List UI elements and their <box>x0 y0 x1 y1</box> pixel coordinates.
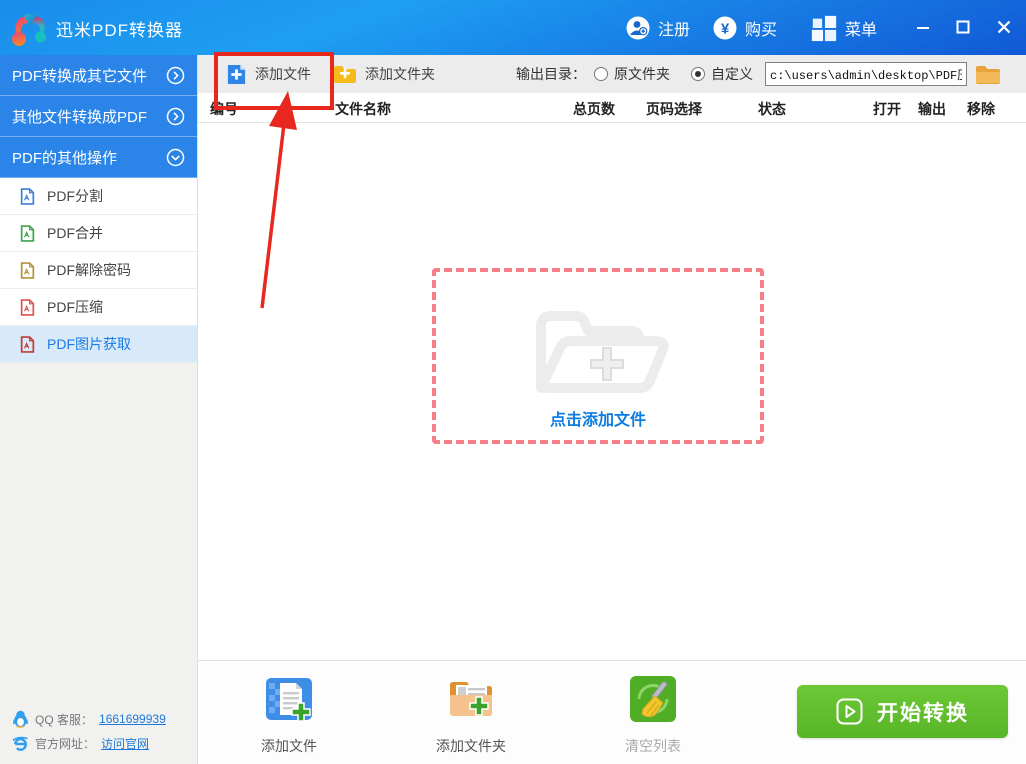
radio-custom-label: 自定义 <box>711 64 753 84</box>
grid-menu-icon <box>810 14 838 42</box>
pdf-file-icon <box>20 188 35 205</box>
open-folder-plus-icon <box>519 286 677 404</box>
register-user-icon <box>625 15 651 41</box>
start-convert-button[interactable]: 开始转换 <box>797 685 1008 738</box>
radio-circle-checked[interactable] <box>691 67 705 81</box>
radio-custom-folder[interactable]: 自定义 <box>691 55 753 93</box>
sidebar-section-other-to-pdf[interactable]: 其他文件转换成PDF <box>0 96 197 137</box>
footer-bar: 添加文件 添加文件夹 <box>198 660 1026 764</box>
add-folder-big-icon <box>447 675 495 723</box>
browser-e-icon <box>12 735 29 752</box>
add-folder-big-label: 添加文件夹 <box>423 736 519 756</box>
add-file-big-button[interactable]: 添加文件 <box>241 675 337 756</box>
menu-button[interactable]: 菜单 <box>810 14 877 42</box>
play-icon <box>836 698 863 725</box>
column-header-remove: 移除 <box>967 99 995 119</box>
click-to-add-files-dropzone[interactable]: 点击添加文件 <box>432 268 764 444</box>
sidebar-section-pdf-to-other[interactable]: PDF转换成其它文件 <box>0 55 197 96</box>
sidebar-item-label: PDF压缩 <box>47 297 103 317</box>
add-file-label: 添加文件 <box>255 64 311 84</box>
column-header-pages: 总页数 <box>573 99 615 119</box>
app-logo-icon <box>8 6 52 50</box>
sidebar-item-pdf-extract-images[interactable]: PDF图片获取 <box>0 326 197 363</box>
chevron-right-circle-icon <box>166 107 185 126</box>
main-area: 添加文件 添加文件夹 输出目录： 原文件夹 自定义 <box>198 55 1026 764</box>
add-folder-button[interactable]: 添加文件夹 <box>333 55 435 93</box>
add-file-button[interactable]: 添加文件 <box>226 55 311 93</box>
column-header-filename: 文件名称 <box>335 99 391 119</box>
sidebar-item-label: PDF合并 <box>47 223 103 243</box>
sidebar-item-label: PDF分割 <box>47 186 103 206</box>
close-button[interactable] <box>989 13 1019 41</box>
sidebar-item-label: PDF图片获取 <box>47 334 131 354</box>
sidebar: PDF转换成其它文件 其他文件转换成PDF PDF的其他操作 PDF分割 <box>0 55 198 764</box>
app-title: 迅米PDF转换器 <box>56 16 183 41</box>
column-header-number: 编号 <box>210 99 238 119</box>
add-folder-icon <box>333 64 357 84</box>
toolbar: 添加文件 添加文件夹 输出目录： 原文件夹 自定义 <box>198 55 1026 93</box>
output-path-input[interactable] <box>765 62 967 86</box>
sidebar-item-pdf-merge[interactable]: PDF合并 <box>0 215 197 252</box>
buy-button[interactable]: ¥ 购买 <box>712 14 777 42</box>
maximize-icon <box>955 19 971 35</box>
add-file-big-icon <box>265 675 313 723</box>
official-site-label: 官方网址： <box>35 735 95 752</box>
sidebar-section-pdf-other-ops[interactable]: PDF的其他操作 <box>0 137 197 178</box>
clear-list-big-button[interactable]: 清空列表 <box>605 675 701 756</box>
register-button[interactable]: 注册 <box>625 14 690 42</box>
menu-label: 菜单 <box>845 16 877 40</box>
clear-list-big-icon <box>629 675 677 723</box>
qq-support-row: QQ 客服： 1661699939 <box>12 710 166 728</box>
radio-circle-unchecked[interactable] <box>594 67 608 81</box>
svg-text:¥: ¥ <box>721 21 730 38</box>
minimize-button[interactable] <box>908 13 938 41</box>
qq-support-label: QQ 客服： <box>35 711 93 728</box>
chevron-down-circle-icon <box>166 148 185 167</box>
add-folder-label: 添加文件夹 <box>365 64 435 84</box>
start-convert-label: 开始转换 <box>877 697 969 727</box>
output-dir-label: 输出目录： <box>516 55 586 93</box>
file-table-header: 编号 文件名称 总页数 页码选择 状态 打开 输出 移除 <box>198 93 1026 123</box>
qq-number-link[interactable]: 1661699939 <box>99 712 166 726</box>
dropzone-label: 点击添加文件 <box>436 406 760 430</box>
maximize-button[interactable] <box>948 13 978 41</box>
browse-folder-button[interactable] <box>974 62 1002 86</box>
pdf-file-icon <box>20 262 35 279</box>
column-header-output: 输出 <box>918 99 946 119</box>
yen-coin-icon: ¥ <box>712 15 738 41</box>
pdf-file-icon <box>20 225 35 242</box>
column-header-open: 打开 <box>873 99 901 119</box>
sidebar-item-pdf-compress[interactable]: PDF压缩 <box>0 289 197 326</box>
add-folder-big-button[interactable]: 添加文件夹 <box>423 675 519 756</box>
column-header-status: 状态 <box>758 99 786 119</box>
folder-icon <box>975 64 1001 85</box>
pdf-file-icon <box>20 299 35 316</box>
visit-site-link[interactable]: 访问官网 <box>101 735 149 752</box>
clear-list-big-label: 清空列表 <box>605 736 701 756</box>
qq-icon <box>12 710 29 728</box>
official-site-row: 官方网址： 访问官网 <box>12 734 149 752</box>
column-header-pagerange: 页码选择 <box>646 99 702 119</box>
sidebar-item-label: PDF解除密码 <box>47 260 131 280</box>
sidebar-item-pdf-remove-password[interactable]: PDF解除密码 <box>0 252 197 289</box>
register-label: 注册 <box>658 16 690 40</box>
titlebar: 迅米PDF转换器 注册 ¥ 购买 菜单 <box>0 0 1026 55</box>
radio-original-label: 原文件夹 <box>614 64 670 84</box>
add-file-icon <box>226 63 247 86</box>
close-icon <box>996 19 1012 35</box>
buy-label: 购买 <box>745 16 777 40</box>
sidebar-item-pdf-split[interactable]: PDF分割 <box>0 178 197 215</box>
radio-original-folder[interactable]: 原文件夹 <box>594 55 670 93</box>
chevron-right-circle-icon <box>166 66 185 85</box>
add-file-big-label: 添加文件 <box>241 736 337 756</box>
pdf-file-icon <box>20 336 35 353</box>
minimize-icon <box>915 19 931 35</box>
